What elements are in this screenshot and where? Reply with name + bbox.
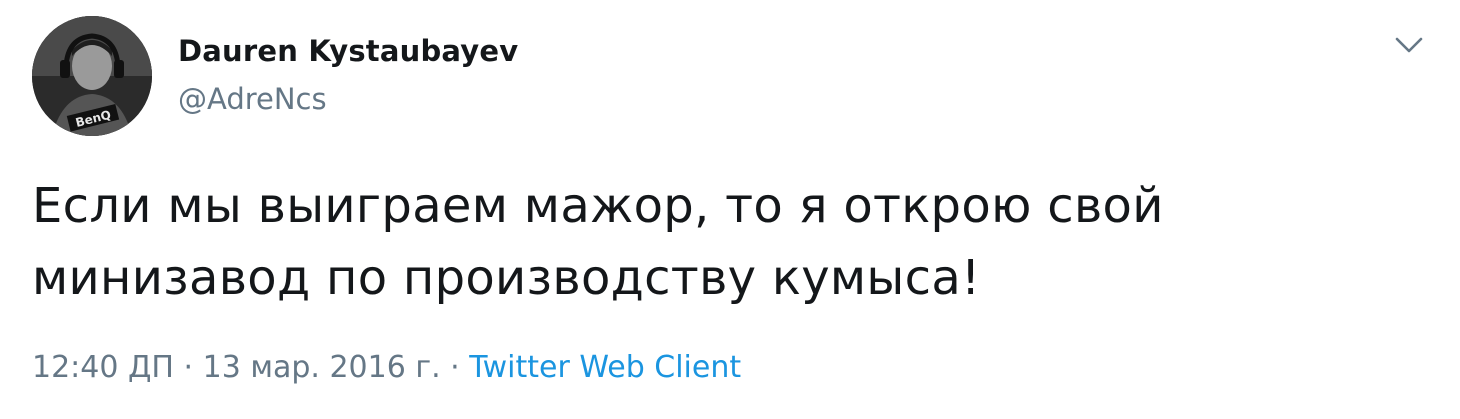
tweet-meta: 12:40 ДП · 13 мар. 2016 г. · Twitter Web… (32, 350, 741, 385)
meta-separator: · (174, 350, 203, 385)
avatar-image: BenQ (32, 16, 152, 136)
meta-separator: · (440, 350, 470, 385)
author-name[interactable]: Dauren Kystaubayev (178, 34, 518, 68)
tweet-text: Если мы выиграем мажор, то я открою свой… (32, 178, 1164, 306)
tweet-source-link[interactable]: Twitter Web Client (469, 350, 741, 385)
tweet-date[interactable]: 13 мар. 2016 г. (203, 350, 441, 385)
author-handle[interactable]: @AdreNcs (178, 82, 327, 116)
tweet-card: BenQ Dauren Kystaubayev @AdreNcs Если мы… (0, 0, 1460, 419)
tweet-time[interactable]: 12:40 ДП (32, 350, 174, 385)
avatar[interactable]: BenQ (32, 16, 152, 136)
chevron-down-icon[interactable] (1391, 30, 1427, 60)
